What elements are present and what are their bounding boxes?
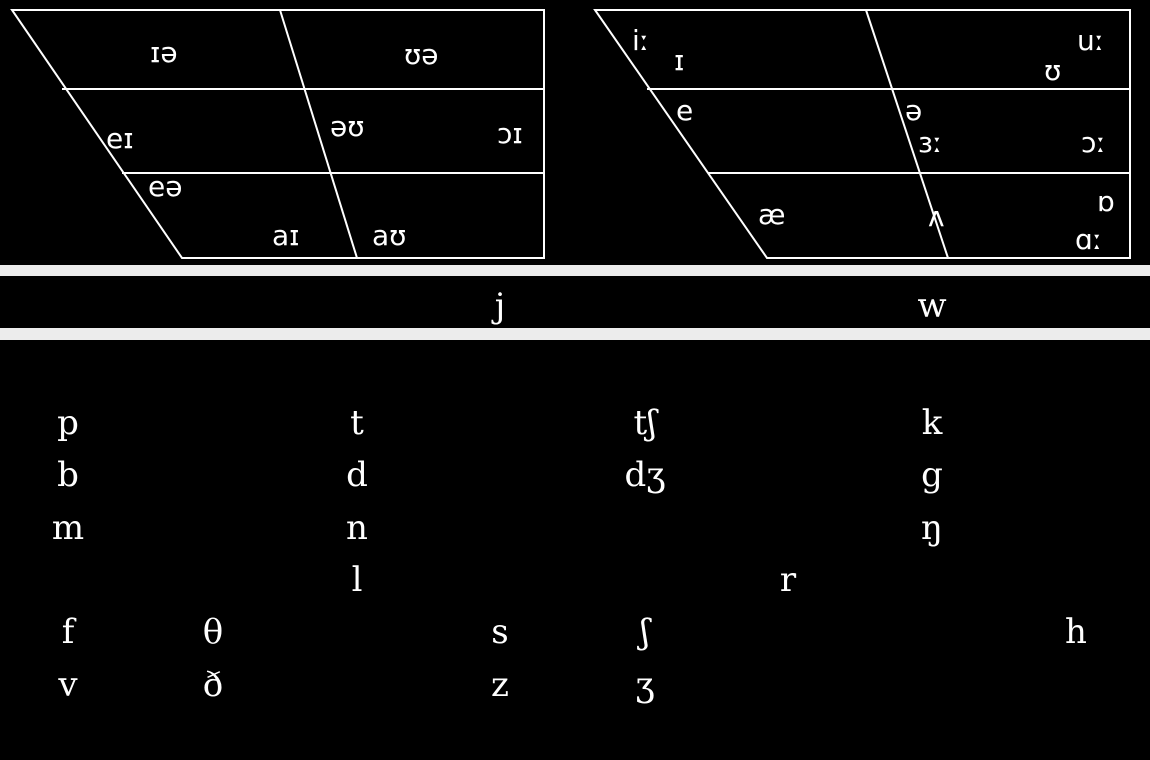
- consonant-symbol: s: [491, 612, 509, 652]
- glide-symbol: w: [917, 286, 947, 326]
- consonant-symbol: θ: [202, 612, 224, 652]
- consonant-symbol: m: [51, 508, 85, 548]
- vowel-symbol: æ: [758, 198, 786, 231]
- vowel-symbol: e: [676, 94, 693, 127]
- consonant-symbol: dʒ: [624, 455, 666, 495]
- vowel-charts-svg: ɪə ʊə eɪ əʊ ɔɪ eə aɪ aʊ iː ɪ uː ʊ e ə ɜː…: [10, 9, 1131, 259]
- vowel-symbol: eə: [148, 170, 182, 203]
- vowel-symbol: uː: [1077, 24, 1104, 57]
- vowel-symbol: aʊ: [372, 219, 406, 252]
- consonant-symbol: tʃ: [633, 403, 657, 443]
- consonant-symbol: t: [350, 403, 364, 443]
- vowel-symbol: ʊ: [1044, 54, 1061, 87]
- consonants-panel: p t tʃ k b d dʒ g m n ŋ l r f θ s ʃ h v …: [0, 340, 1150, 760]
- consonant-symbol: v: [58, 665, 78, 705]
- vowel-symbol: ɑː: [1075, 223, 1102, 256]
- consonant-symbol: h: [1065, 612, 1087, 652]
- vowel-symbol: eɪ: [106, 122, 134, 155]
- vowel-symbol: ɪ: [674, 44, 684, 77]
- consonant-symbol: g: [921, 455, 943, 495]
- consonant-symbol: z: [491, 665, 509, 705]
- consonant-symbol: k: [921, 403, 943, 443]
- glide-symbol: j: [494, 286, 506, 326]
- vowel-charts-panel: ɪə ʊə eɪ əʊ ɔɪ eə aɪ aʊ iː ɪ uː ʊ e ə ɜː…: [0, 0, 1150, 265]
- consonant-symbol: d: [346, 455, 368, 495]
- vowel-symbol: əʊ: [330, 110, 365, 143]
- consonant-symbol: ð: [202, 665, 224, 705]
- consonant-symbol: b: [57, 455, 79, 495]
- consonant-symbol: ŋ: [921, 508, 943, 548]
- vowel-symbol: ɔː: [1081, 126, 1106, 159]
- consonant-symbol: ʃ: [640, 612, 650, 652]
- vowel-symbol: ɪə: [150, 36, 178, 69]
- vowel-symbol: ɜː: [918, 126, 942, 159]
- glides-panel: j w: [0, 276, 1150, 328]
- vowel-symbol: iː: [632, 24, 649, 57]
- consonant-symbol: n: [346, 508, 368, 548]
- vowel-symbol: ə: [905, 94, 922, 127]
- vowel-symbol: ɔɪ: [497, 117, 523, 150]
- consonant-symbol: f: [61, 612, 75, 652]
- vowel-symbol: ʌ: [928, 200, 945, 233]
- vowel-symbol: aɪ: [272, 219, 300, 252]
- consonant-symbol: ʒ: [635, 665, 655, 705]
- vowel-symbol: ɒ: [1097, 185, 1115, 218]
- consonant-symbol: l: [351, 560, 363, 600]
- consonant-symbol: r: [779, 560, 797, 600]
- consonant-symbol: p: [57, 403, 79, 443]
- vowel-symbol: ʊə: [404, 38, 439, 71]
